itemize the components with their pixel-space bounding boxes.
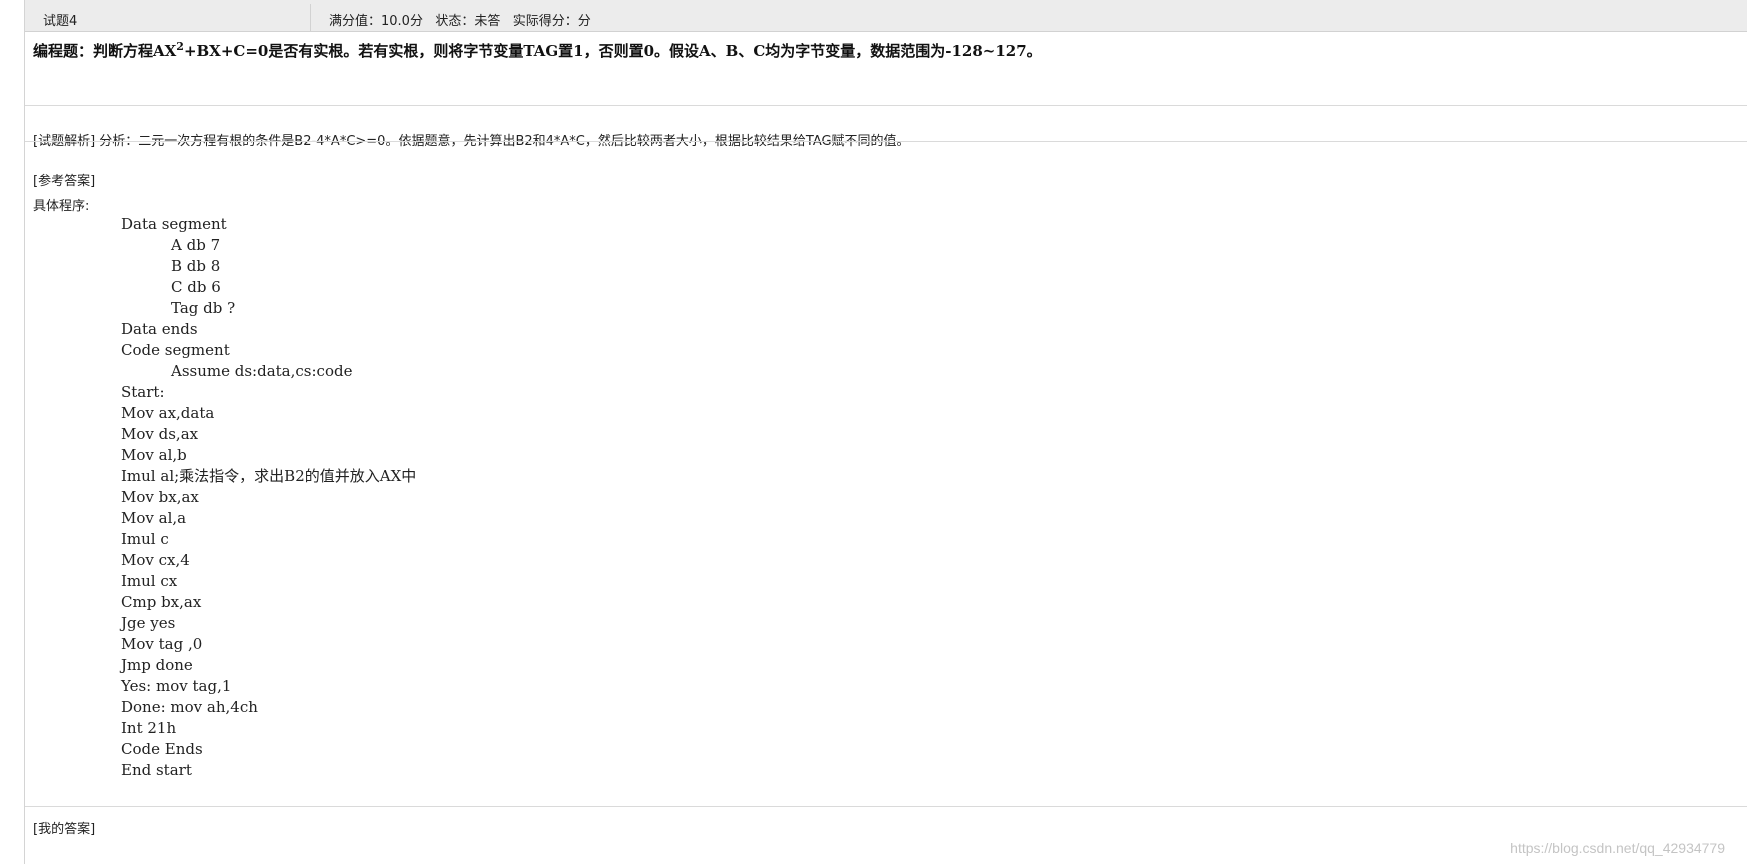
code-line: C db 6 [171, 278, 221, 296]
reference-answer-title: [参考答案] [33, 174, 96, 189]
code-line: A db 7 [171, 236, 221, 254]
code-line: Data segment [121, 215, 227, 233]
code-line: Mov cx,4 [121, 551, 190, 569]
question-text-part1: 编程题：判断方程AX [33, 42, 177, 60]
code-line: Jmp done [121, 656, 193, 674]
code-line: Cmp bx,ax [121, 593, 202, 611]
code-line: Imul c [121, 530, 169, 548]
code-line: Start: [121, 383, 165, 401]
code-line: Int 21h [121, 719, 177, 737]
code-line: Mov bx,ax [121, 488, 199, 506]
code-line: Mov tag ,0 [121, 635, 203, 653]
header-divider [310, 4, 311, 31]
code-line: Imul al;乘法指令，求出B2的值并放入AX中 [121, 467, 417, 485]
code-line: Mov ax,data [121, 404, 215, 422]
code-line: Tag db ? [171, 299, 236, 317]
analysis-text: [试题解析] 分析：二元一次方程有根的条件是B2-4*A*C>=0。依据题意，先… [33, 134, 910, 149]
code-line: Code segment [121, 341, 230, 359]
program-title: 具体程序: [33, 199, 90, 214]
code-line: Yes: mov tag,1 [121, 677, 232, 695]
code-line: Code Ends [121, 740, 203, 758]
my-answer-title: [我的答案] [33, 822, 96, 837]
question-text-part2: +BX+C=0是否有实根。若有实根，则将字节变量TAG置1，否则置0。假设A、B… [183, 42, 1042, 60]
code-line: Mov al,b [121, 446, 187, 464]
divider [25, 105, 1747, 106]
code-block: Data segment A db 7 B db 8 C db 6 Tag db ? Da… [121, 214, 416, 781]
code-line: Imul cx [121, 572, 178, 590]
question-superscript: 2 [176, 40, 184, 53]
code-line: Data ends [121, 320, 198, 338]
code-line: Mov ds,ax [121, 425, 199, 443]
watermark: https://blog.csdn.net/qq_42934779 [1510, 840, 1725, 856]
divider [25, 141, 1747, 142]
code-line: Jge yes [121, 614, 176, 632]
code-line: End start [121, 761, 192, 779]
divider [25, 806, 1747, 807]
code-line: Assume ds:data,cs:code [171, 362, 353, 380]
code-line: Done: mov ah,4ch [121, 698, 258, 716]
code-line: Mov al,a [121, 509, 187, 527]
question-panel: 试题4 满分值：10.0分 状态：未答 实际得分：分 编程题：判断方程AX2+B… [24, 0, 1747, 864]
question-text: 编程题：判断方程AX2+BX+C=0是否有实根。若有实根，则将字节变量TAG置1… [33, 40, 1042, 61]
question-number: 试题4 [43, 14, 78, 29]
question-header: 试题4 满分值：10.0分 状态：未答 实际得分：分 [25, 4, 1747, 32]
score-status: 满分值：10.0分 状态：未答 实际得分：分 [329, 14, 591, 29]
code-line: B db 8 [171, 257, 221, 275]
